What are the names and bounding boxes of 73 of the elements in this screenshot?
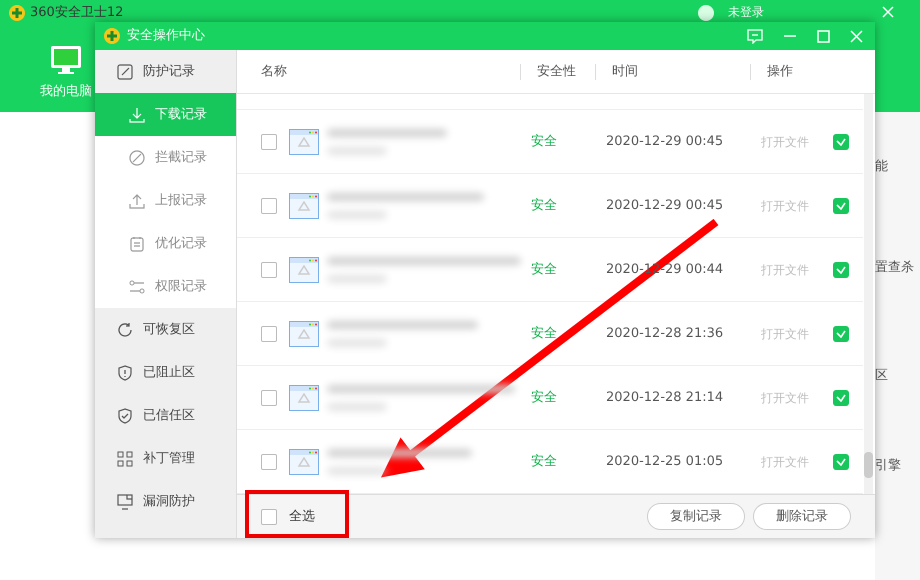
row-checkbox[interactable] xyxy=(261,262,277,278)
scrollbar-track[interactable] xyxy=(864,94,873,494)
shield-check-icon xyxy=(117,408,133,424)
select-all-checkbox[interactable] xyxy=(261,508,277,524)
side-label: 置查杀 xyxy=(875,259,914,277)
select-all-label[interactable]: 全选 xyxy=(289,506,315,526)
side-label: 区 xyxy=(875,367,888,385)
row-checkbox[interactable] xyxy=(261,390,277,406)
row-checkbox[interactable] xyxy=(261,198,277,214)
sidebar-item[interactable]: 补丁管理 xyxy=(95,437,236,480)
monitor-icon xyxy=(49,44,83,76)
safety-status: 安全 xyxy=(531,324,558,343)
column-header[interactable]: 安全性 xyxy=(520,64,595,80)
sidebar-item[interactable]: 防护记录 xyxy=(95,50,236,93)
sidebar-item[interactable]: 可恢复区 xyxy=(95,308,236,351)
block-icon xyxy=(129,150,145,166)
sidebar-item[interactable]: 优化记录 xyxy=(95,222,236,265)
download-icon xyxy=(129,106,145,122)
logo-icon xyxy=(103,27,121,45)
grid-icon xyxy=(117,450,133,466)
sidebar-item[interactable]: 已信任区 xyxy=(95,394,236,437)
file-icon xyxy=(289,320,319,346)
close-icon[interactable] xyxy=(882,6,894,18)
sidebar-item[interactable]: 权限记录 xyxy=(95,265,236,308)
side-label: 能 xyxy=(875,158,888,176)
check-mark[interactable] xyxy=(833,454,849,470)
close-icon[interactable] xyxy=(850,30,863,42)
file-icon xyxy=(289,128,319,154)
column-header[interactable]: 时间 xyxy=(595,64,750,80)
record-time: 2020-12-28 21:36 xyxy=(606,324,724,343)
record-time: 2020-12-29 00:45 xyxy=(606,132,724,151)
shield-icon xyxy=(117,364,133,380)
upload-icon xyxy=(129,192,145,208)
column-header[interactable]: 名称 xyxy=(237,64,520,80)
check-mark[interactable] xyxy=(833,198,849,214)
record-time: 2020-12-29 00:45 xyxy=(606,196,724,215)
safety-status: 安全 xyxy=(531,132,558,151)
safety-status: 安全 xyxy=(531,452,558,471)
side-label: 引擎 xyxy=(875,457,901,475)
file-icon xyxy=(289,192,319,218)
safety-status: 安全 xyxy=(531,388,558,407)
check-mark[interactable] xyxy=(833,262,849,278)
file-icon xyxy=(289,384,319,410)
maximize-icon[interactable] xyxy=(817,30,830,42)
monitor-icon xyxy=(117,494,133,510)
column-header[interactable]: 操作 xyxy=(750,64,793,80)
safety-status: 安全 xyxy=(531,260,558,279)
row-checkbox[interactable] xyxy=(261,454,277,470)
check-mark[interactable] xyxy=(833,326,849,342)
row-checkbox[interactable] xyxy=(261,326,277,342)
sidebar-item[interactable]: 上报记录 xyxy=(95,179,236,222)
safety-status: 安全 xyxy=(531,196,558,215)
logo-icon xyxy=(8,4,26,22)
file-icon xyxy=(289,448,319,474)
sidebar-item[interactable]: 漏洞防护 xyxy=(95,480,236,523)
row-checkbox[interactable] xyxy=(261,134,277,150)
feedback-icon[interactable] xyxy=(747,28,763,44)
scrollbar-thumb[interactable] xyxy=(864,452,873,478)
record-button[interactable]: 删除记录 xyxy=(753,502,851,530)
record-button[interactable]: 复制记录 xyxy=(647,502,745,530)
app-title: 360安全卫士12 xyxy=(30,5,124,21)
edit-icon xyxy=(117,64,133,80)
sliders-icon xyxy=(129,278,145,294)
sidebar-item[interactable]: 已阻止区 xyxy=(95,351,236,394)
window-title: 安全操作中心 xyxy=(127,27,205,46)
check-mark[interactable] xyxy=(833,134,849,150)
file-icon xyxy=(289,256,319,282)
record-time: 2020-12-28 21:14 xyxy=(606,388,724,407)
clipboard-icon xyxy=(129,236,145,252)
refresh-icon xyxy=(117,322,133,338)
check-mark[interactable] xyxy=(833,390,849,406)
sidebar-item[interactable]: 拦截记录 xyxy=(95,136,236,179)
record-time: 2020-12-25 01:05 xyxy=(606,452,724,471)
